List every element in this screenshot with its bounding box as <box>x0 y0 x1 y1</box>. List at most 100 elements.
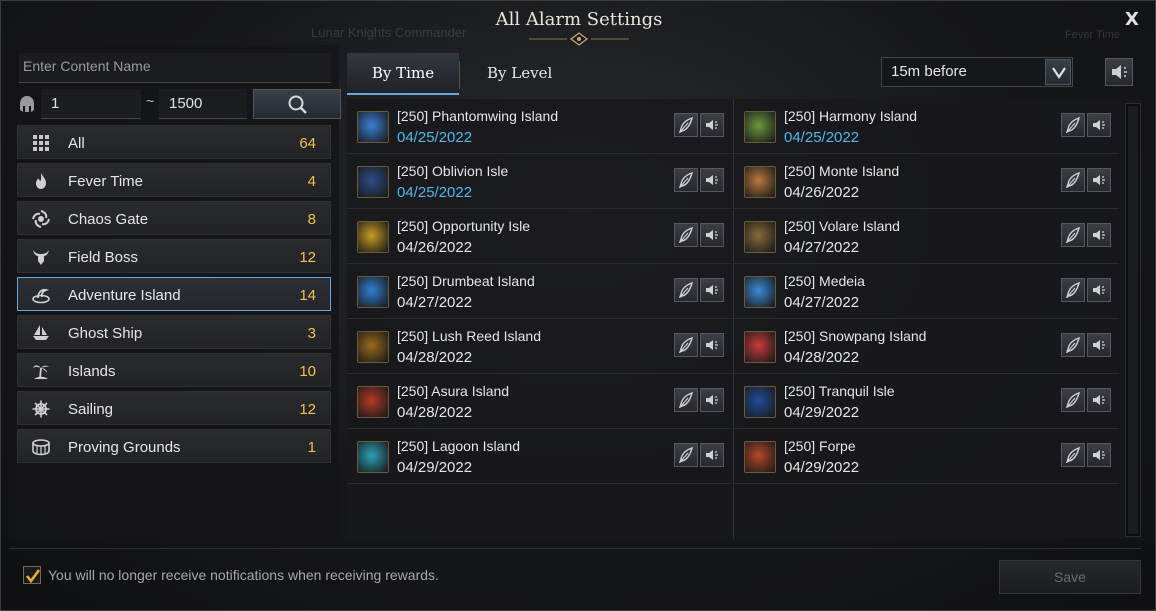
alarm-entry: [250] Phantomwing Island 04/25/2022 <box>347 99 732 154</box>
category-islands[interactable]: Islands 10 <box>17 353 331 387</box>
sound-toggle-button[interactable] <box>1087 113 1111 137</box>
category-adventure-island[interactable]: Adventure Island 14 <box>17 277 331 311</box>
sound-toggle-button[interactable] <box>1087 333 1111 357</box>
close-button[interactable]: X <box>1121 9 1143 31</box>
alarm-toggle-button[interactable] <box>674 388 698 412</box>
sound-toggle-button[interactable] <box>700 113 724 137</box>
sound-toggle-button[interactable] <box>700 333 724 357</box>
island-date: 04/27/2022 <box>784 239 860 256</box>
feather-icon <box>678 337 694 353</box>
island-name: [250] Tranquil Isle <box>784 383 895 399</box>
level-range: 1 ~ 1500 <box>19 89 341 119</box>
island-thumbnail-icon <box>357 111 389 143</box>
alarm-toggle-button[interactable] <box>1061 168 1085 192</box>
island-thumbnail-icon <box>744 331 776 363</box>
category-chaos-gate[interactable]: Chaos Gate 8 <box>17 201 331 235</box>
vortex-icon <box>32 210 50 228</box>
alarm-toggle-button[interactable] <box>674 333 698 357</box>
reward-notification-checkbox[interactable] <box>23 566 41 584</box>
island-date: 04/29/2022 <box>784 459 860 476</box>
island-date: 04/28/2022 <box>397 349 473 366</box>
alarm-toggle-button[interactable] <box>1061 333 1085 357</box>
alarm-column-left: [250] Phantomwing Island 04/25/2022 [250] … <box>347 99 732 484</box>
alarm-list: [250] Phantomwing Island 04/25/2022 [250] … <box>347 99 1141 539</box>
alarm-toggle-button[interactable] <box>1061 443 1085 467</box>
alarm-toggle-button[interactable] <box>674 443 698 467</box>
alarm-toggle-button[interactable] <box>674 223 698 247</box>
feather-icon <box>1065 227 1081 243</box>
speaker-icon <box>1093 285 1105 295</box>
island-date: 04/28/2022 <box>784 349 860 366</box>
alarm-toggle-button[interactable] <box>674 168 698 192</box>
sound-toggle-button[interactable] <box>1087 223 1111 247</box>
alarm-toggle-button[interactable] <box>674 113 698 137</box>
alarm-column-right: [250] Harmony Island 04/25/2022 [250] Mont… <box>734 99 1119 484</box>
island-name: [250] Phantomwing Island <box>397 108 559 124</box>
ship-icon <box>33 325 49 340</box>
tab-bar: By Time By Level 15m before <box>347 53 1147 95</box>
save-button[interactable]: Save <box>999 560 1141 594</box>
search-button[interactable] <box>253 89 341 119</box>
title-bar: All Alarm Settings X <box>1 1 1156 46</box>
island-name: [250] Drumbeat Island <box>397 273 535 289</box>
speaker-icon <box>1093 395 1105 405</box>
level-min-input[interactable]: 1 <box>41 89 141 119</box>
speaker-icon <box>1093 450 1105 460</box>
feather-icon <box>678 447 694 463</box>
ship-wheel-icon <box>32 400 50 418</box>
alarm-timing-select[interactable]: 15m before <box>881 57 1073 87</box>
sound-toggle-button[interactable] <box>700 278 724 302</box>
island-thumbnail-icon <box>744 111 776 143</box>
scrollbar[interactable] <box>1125 103 1141 537</box>
alarm-toggle-button[interactable] <box>1061 388 1085 412</box>
sound-toggle-button[interactable] <box>700 168 724 192</box>
feather-icon <box>1065 447 1081 463</box>
sound-toggle-button[interactable] <box>1087 443 1111 467</box>
sound-toggle-button[interactable] <box>700 388 724 412</box>
alarm-toggle-button[interactable] <box>674 278 698 302</box>
speaker-icon <box>1093 230 1105 240</box>
island-date: 04/27/2022 <box>784 294 860 311</box>
tab-by-level[interactable]: By Level <box>487 64 552 82</box>
sound-toggle-button[interactable] <box>700 223 724 247</box>
category-sailing[interactable]: Sailing 12 <box>17 391 331 425</box>
category-label: Fever Time <box>68 173 144 190</box>
alarm-entry: [250] Monte Island 04/26/2022 <box>734 154 1119 209</box>
timing-dropdown-button[interactable] <box>1045 59 1071 85</box>
category-proving-grounds[interactable]: Proving Grounds 1 <box>17 429 331 463</box>
sound-toggle-button[interactable] <box>1087 278 1111 302</box>
feather-icon <box>1065 392 1081 408</box>
island-thumbnail-icon <box>357 221 389 253</box>
category-count: 8 <box>307 211 316 228</box>
category-count: 4 <box>307 173 316 190</box>
island-date: 04/29/2022 <box>397 459 473 476</box>
sound-toggle-button[interactable] <box>1087 388 1111 412</box>
island-date: 04/27/2022 <box>397 294 473 311</box>
category-label: Ghost Ship <box>68 325 143 342</box>
content-name-input[interactable]: Enter Content Name <box>19 53 331 83</box>
island-name: [250] Volare Island <box>784 218 900 234</box>
sound-toggle-button[interactable] <box>700 443 724 467</box>
chevron-down-icon <box>1052 67 1066 79</box>
checkmark-icon <box>25 569 41 584</box>
category-field-boss[interactable]: Field Boss 12 <box>17 239 331 273</box>
horned-skull-icon <box>33 250 49 265</box>
island-name: [250] Opportunity Isle <box>397 218 531 234</box>
category-fever-time[interactable]: Fever Time 4 <box>17 163 331 197</box>
category-ghost-ship[interactable]: Ghost Ship 3 <box>17 315 331 349</box>
feather-icon <box>678 117 694 133</box>
alarm-toggle-button[interactable] <box>1061 223 1085 247</box>
category-all[interactable]: All 64 <box>17 125 331 159</box>
feather-icon <box>1065 282 1081 298</box>
island-thumbnail-icon <box>744 221 776 253</box>
level-max-input[interactable]: 1500 <box>159 89 247 119</box>
flame-icon <box>36 173 46 189</box>
speaker-icon <box>1093 120 1105 130</box>
sound-toggle-button[interactable] <box>1087 168 1111 192</box>
scrollbar-thumb[interactable] <box>1128 106 1138 534</box>
sound-all-button[interactable] <box>1105 58 1133 86</box>
alarm-toggle-button[interactable] <box>1061 113 1085 137</box>
grid-icon <box>33 135 49 151</box>
tab-by-time[interactable]: By Time <box>347 53 459 95</box>
alarm-toggle-button[interactable] <box>1061 278 1085 302</box>
